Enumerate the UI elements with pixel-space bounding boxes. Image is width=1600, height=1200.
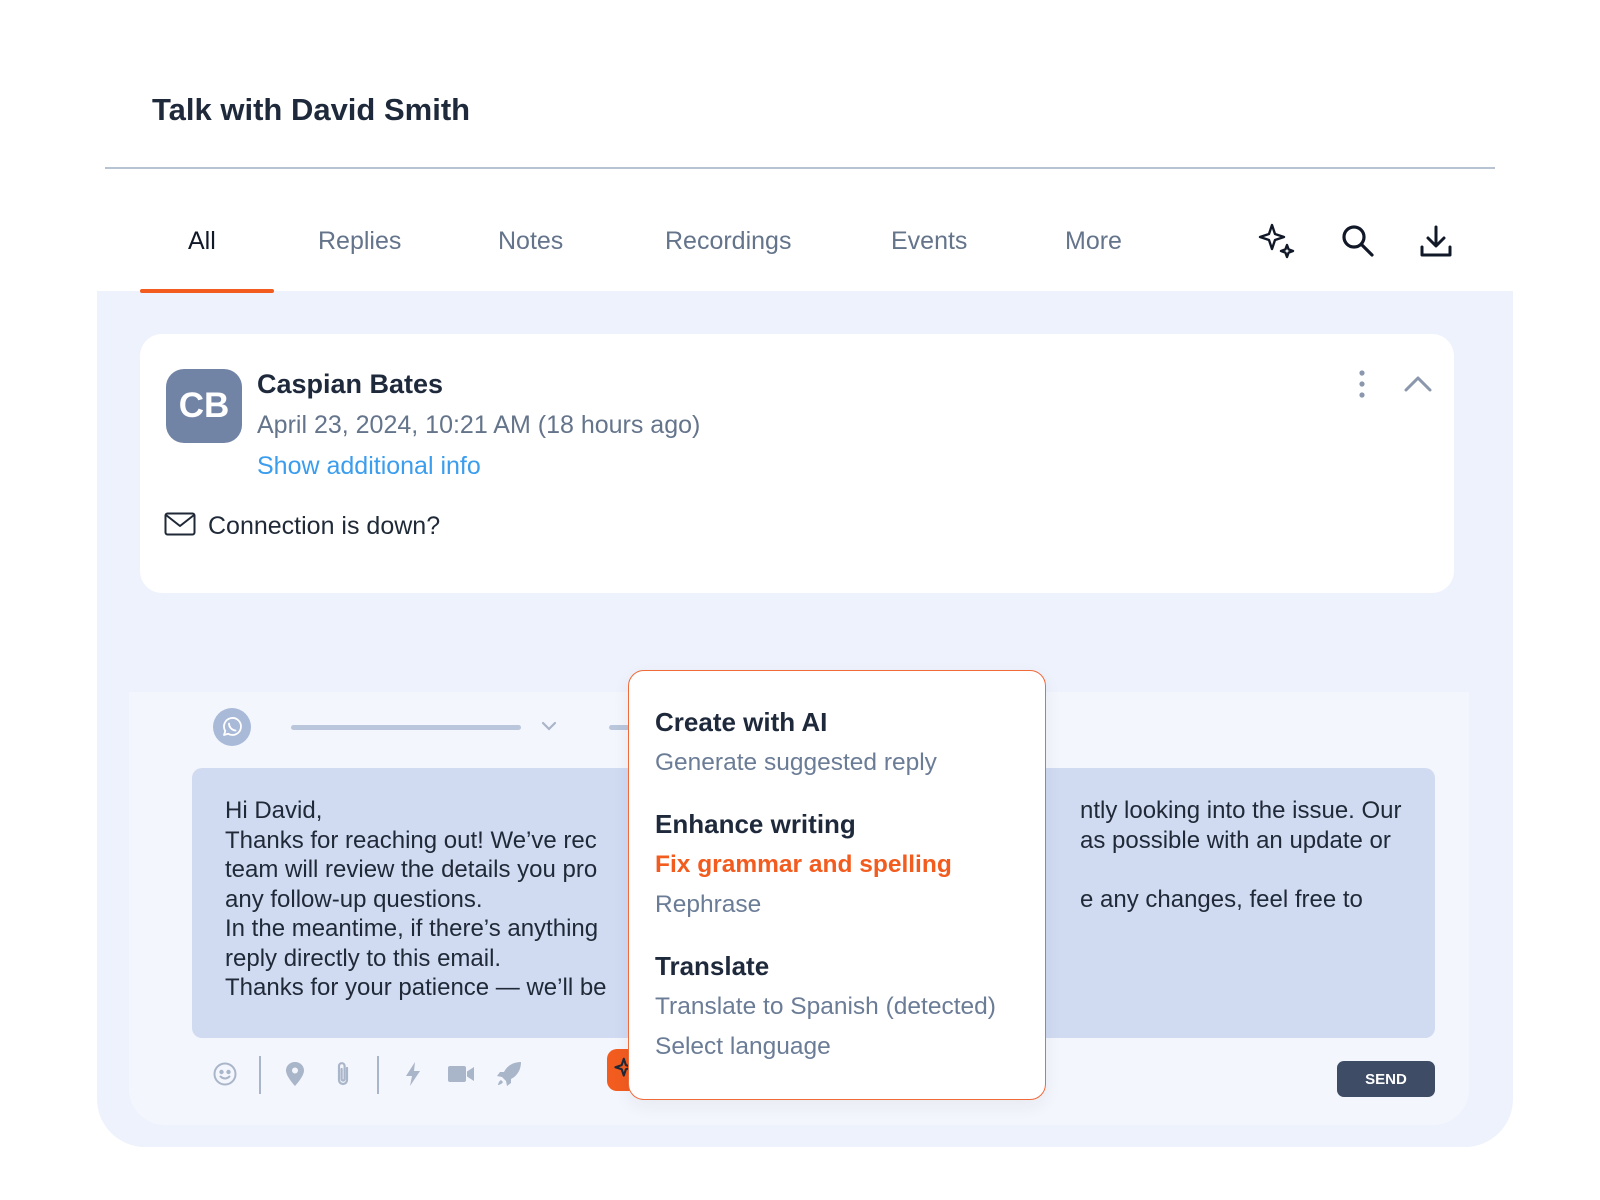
menu-heading-enhance: Enhance writing	[655, 809, 856, 839]
composer-toolbar	[209, 1052, 629, 1096]
toolbar-separator	[259, 1056, 261, 1094]
menu-item-select-language[interactable]: Select language	[655, 1033, 831, 1061]
tab-replies[interactable]: Replies	[318, 227, 401, 256]
active-tab-indicator	[140, 289, 274, 293]
ai-dropdown-menu: Create with AI Generate suggested reply …	[628, 670, 1046, 1100]
tab-recordings[interactable]: Recordings	[665, 227, 791, 256]
lightning-icon[interactable]	[397, 1058, 429, 1090]
tab-more[interactable]: More	[1065, 227, 1122, 256]
show-additional-info-link[interactable]: Show additional info	[257, 452, 481, 481]
menu-heading-translate: Translate	[655, 951, 770, 981]
paperclip-icon[interactable]	[327, 1058, 359, 1090]
whatsapp-icon[interactable]	[213, 708, 251, 746]
toolbar-separator	[377, 1056, 379, 1094]
recipient-placeholder[interactable]	[291, 725, 521, 730]
menu-item-generate-reply[interactable]: Generate suggested reply	[655, 749, 937, 777]
rocket-icon[interactable]	[493, 1058, 525, 1090]
tab-notes[interactable]: Notes	[498, 227, 563, 256]
chevron-up-icon[interactable]	[1396, 364, 1440, 404]
avatar: CB	[166, 369, 242, 443]
subject-row: Connection is down?	[164, 512, 440, 541]
reply-line: e any changes, feel free to	[1080, 885, 1363, 913]
tab-bar: All Replies Notes Recordings Events More	[140, 205, 1500, 295]
sparkles-icon[interactable]	[1256, 219, 1300, 263]
kebab-menu-icon[interactable]	[1348, 364, 1376, 404]
menu-item-translate-spanish[interactable]: Translate to Spanish (detected)	[655, 993, 996, 1021]
reply-right-column: ntly looking into the issue. Our as poss…	[1080, 796, 1402, 914]
menu-item-rephrase[interactable]: Rephrase	[655, 891, 761, 919]
send-button[interactable]: SEND	[1337, 1061, 1435, 1097]
message-card: CB Caspian Bates April 23, 2024, 10:21 A…	[140, 334, 1454, 593]
title-divider	[105, 167, 1495, 169]
menu-heading-create: Create with AI	[655, 707, 828, 737]
download-icon[interactable]	[1414, 219, 1458, 263]
message-subject: Connection is down?	[208, 512, 441, 540]
tab-all[interactable]: All	[188, 227, 216, 256]
reply-line	[1080, 855, 1402, 885]
message-timestamp: April 23, 2024, 10:21 AM (18 hours ago)	[257, 411, 701, 439]
menu-item-fix-grammar[interactable]: Fix grammar and spelling	[655, 851, 952, 879]
tab-events[interactable]: Events	[891, 227, 967, 256]
emoji-icon[interactable]	[209, 1058, 241, 1090]
reply-line: ntly looking into the issue. Our	[1080, 797, 1402, 824]
envelope-icon	[164, 512, 196, 541]
video-camera-icon[interactable]	[445, 1058, 477, 1090]
sender-name: Caspian Bates	[257, 369, 444, 399]
location-pin-icon[interactable]	[279, 1058, 311, 1090]
search-icon[interactable]	[1336, 219, 1380, 263]
chevron-down-icon[interactable]	[539, 716, 559, 736]
conversation-title: Talk with David Smith	[152, 92, 471, 127]
reply-line: as possible with an update or	[1080, 826, 1391, 854]
